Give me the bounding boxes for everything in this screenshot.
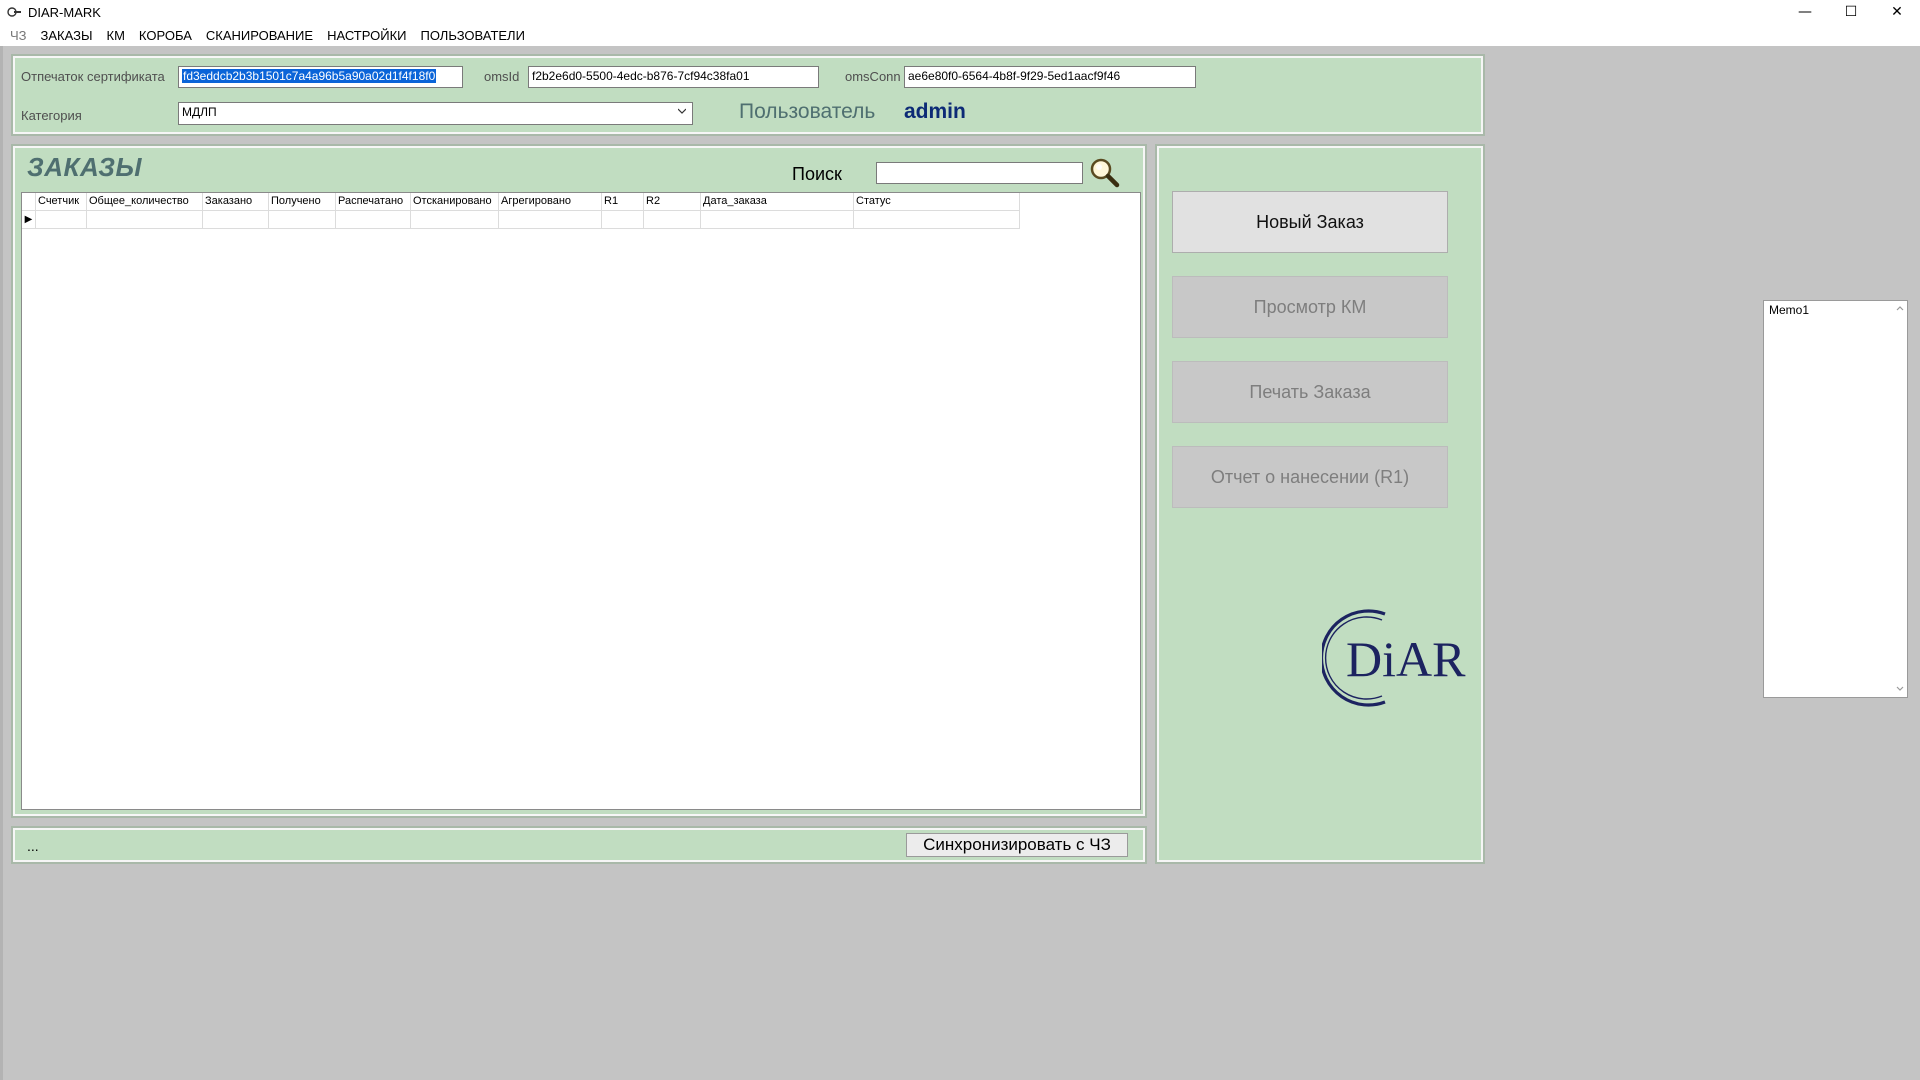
user-value: admin [904, 100, 966, 123]
table-row[interactable]: ▶ [22, 211, 1020, 229]
cert-input[interactable]: fd3eddcb2b3b1501c7a4a96b5a90a02d1f4f18f0 [178, 66, 463, 88]
app-icon [6, 4, 22, 20]
oms-conn-input[interactable]: ae6e80f0-6564-4b8f-9f29-5ed1aacf9f46 [904, 66, 1196, 88]
row-indicator-icon: ▶ [22, 211, 36, 229]
table-cell[interactable] [854, 211, 1020, 229]
memo-box[interactable]: Memo1 [1763, 300, 1908, 698]
table-cell[interactable] [203, 211, 269, 229]
table-cell[interactable] [499, 211, 602, 229]
title-bar: DIAR-MARK — ☐ ✕ [0, 0, 1920, 24]
column-header[interactable]: Распечатано [336, 193, 411, 211]
sync-button[interactable]: Синхронизировать с ЧЗ [906, 833, 1128, 857]
table-cell[interactable] [336, 211, 411, 229]
close-button[interactable]: ✕ [1874, 0, 1920, 24]
menu-scanning[interactable]: СКАНИРОВАНИЕ [199, 28, 320, 43]
column-header[interactable]: Статус [854, 193, 1020, 211]
cert-value: fd3eddcb2b3b1501c7a4a96b5a90a02d1f4f18f0 [182, 69, 437, 83]
column-header[interactable]: Отсканировано [411, 193, 499, 211]
grid-header: Счетчик Общее_количество Заказано Получе… [22, 193, 1020, 211]
actions-panel: Новый Заказ Просмотр КМ Печать Заказа От… [1157, 146, 1483, 862]
menu-bar: ЧЗ ЗАКАЗЫ КМ КОРОБА СКАНИРОВАНИЕ НАСТРОЙ… [0, 24, 1920, 46]
orders-title: ЗАКАЗЫ [27, 152, 142, 182]
table-cell[interactable] [602, 211, 644, 229]
grid-corner [22, 193, 36, 211]
orders-grid[interactable]: Счетчик Общее_количество Заказано Получе… [21, 192, 1141, 810]
menu-settings[interactable]: НАСТРОЙКИ [320, 28, 413, 43]
column-header[interactable]: Дата_заказа [701, 193, 854, 211]
table-cell[interactable] [87, 211, 203, 229]
table-cell[interactable] [269, 211, 336, 229]
column-header[interactable]: Счетчик [36, 193, 87, 211]
memo-text: Memo1 [1769, 303, 1810, 317]
search-icon[interactable] [1088, 156, 1120, 188]
category-label: Категория [21, 108, 82, 123]
oms-conn-label: omsConn [845, 69, 901, 84]
window-title: DIAR-MARK [28, 4, 101, 20]
menu-km[interactable]: КМ [100, 28, 132, 43]
view-km-button[interactable]: Просмотр КМ [1172, 276, 1448, 338]
table-cell[interactable] [644, 211, 701, 229]
memo-scrollbar[interactable] [1893, 301, 1907, 697]
search-input[interactable] [876, 162, 1083, 184]
maximize-button[interactable]: ☐ [1828, 0, 1874, 24]
column-header[interactable]: Агрегировано [499, 193, 602, 211]
column-header[interactable]: Получено [269, 193, 336, 211]
diar-logo: DiAR [1319, 606, 1472, 708]
table-cell[interactable] [701, 211, 854, 229]
menu-orders[interactable]: ЗАКАЗЫ [34, 28, 100, 43]
category-select[interactable]: МДЛП [178, 102, 693, 125]
column-header[interactable]: R2 [644, 193, 701, 211]
orders-panel: ЗАКАЗЫ Поиск Счетчик Общее_количество За… [13, 146, 1145, 816]
print-order-button[interactable]: Печать Заказа [1172, 361, 1448, 423]
column-header[interactable]: R1 [602, 193, 644, 211]
header-panel: Отпечаток сертификата fd3eddcb2b3b1501c7… [13, 56, 1483, 134]
logo-text: DiAR [1346, 631, 1466, 687]
column-header[interactable]: Заказано [203, 193, 269, 211]
minimize-button[interactable]: — [1782, 0, 1828, 24]
new-order-button[interactable]: Новый Заказ [1172, 191, 1448, 253]
menu-chz[interactable]: ЧЗ [0, 28, 34, 43]
chevron-down-icon [678, 108, 686, 114]
user-label: Пользователь [739, 100, 876, 123]
cert-label: Отпечаток сертификата [21, 69, 165, 84]
left-edge [0, 46, 3, 1080]
menu-users[interactable]: ПОЛЬЗОВАТЕЛИ [414, 28, 532, 43]
report-r1-button[interactable]: Отчет о нанесении (R1) [1172, 446, 1448, 508]
oms-id-input[interactable]: f2b2e6d0-5500-4edc-b876-7cf94c38fa01 [528, 66, 819, 88]
category-value: МДЛП [182, 105, 217, 119]
table-cell[interactable] [36, 211, 87, 229]
search-label: Поиск [792, 164, 842, 184]
oms-id-label: omsId [484, 69, 520, 84]
column-header[interactable]: Общее_количество [87, 193, 203, 211]
status-text: ... [27, 838, 39, 854]
status-panel: ... Синхронизировать с ЧЗ [13, 828, 1145, 862]
table-cell[interactable] [411, 211, 499, 229]
menu-boxes[interactable]: КОРОБА [132, 28, 199, 43]
